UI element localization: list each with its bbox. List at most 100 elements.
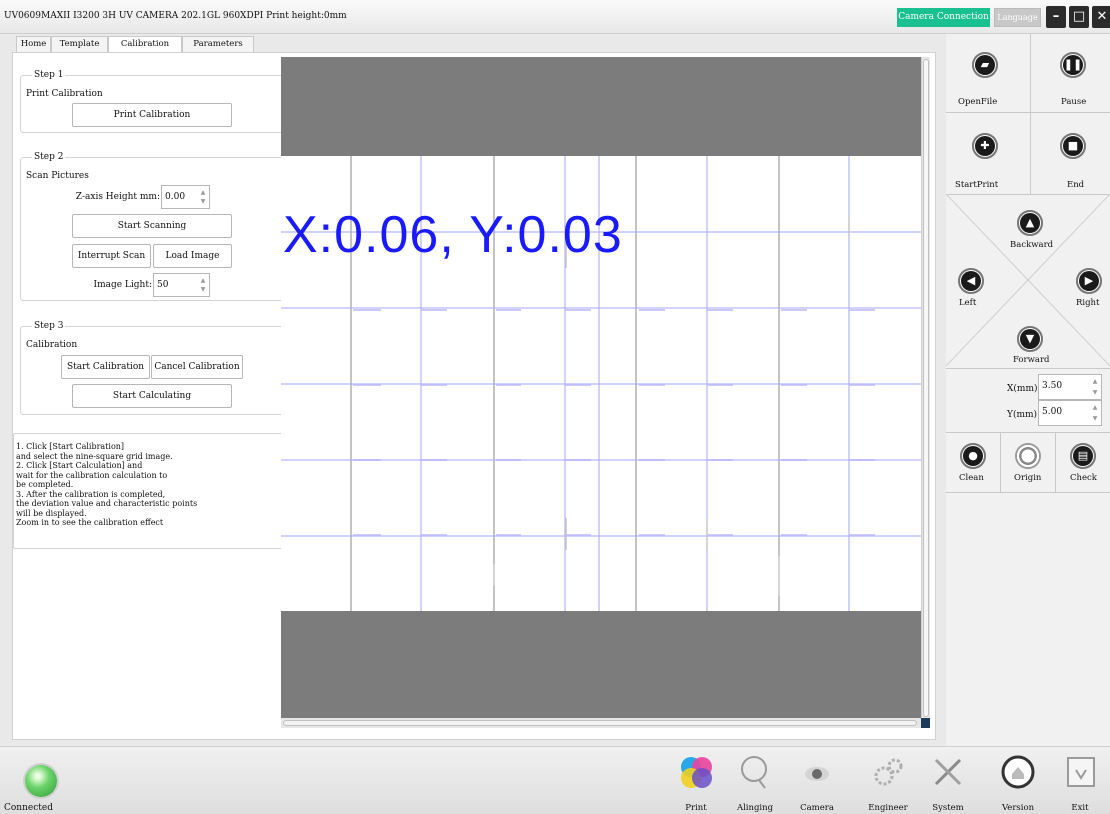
start-scanning-button[interactable]: Start Scanning (72, 214, 232, 238)
close-icon: ✕ (1096, 9, 1108, 24)
vertical-scrollbar[interactable] (921, 57, 930, 728)
start-calibration-button[interactable]: Start Calibration (61, 355, 150, 379)
end-button[interactable]: ■ End (1031, 113, 1110, 194)
close-button[interactable]: ✕ (1092, 6, 1110, 28)
left-label: Left (959, 298, 977, 308)
connection-status-label: Connected (4, 803, 53, 813)
calibration-panel: Step 1 Print Calibration Print Calibrati… (12, 52, 936, 740)
maximize-button[interactable]: □ (1069, 6, 1089, 28)
start-calculating-button[interactable]: Start Calculating (72, 384, 232, 408)
bottom-toolbar: Connected Print Alinging Camera Engineer (0, 746, 1110, 814)
z-height-label: Z-axis Height mm: (75, 192, 160, 202)
tab-template[interactable]: Template (51, 36, 108, 52)
interrupt-scan-button[interactable]: Interrupt Scan (72, 244, 151, 268)
step3-label: Calibration (26, 340, 78, 350)
step3-title: Step 3 (32, 321, 66, 331)
horizontal-scrollbar[interactable] (281, 718, 921, 728)
version-tool-button[interactable]: Version (988, 752, 1048, 814)
x-mm-input[interactable]: 3.50 ▲ ▼ (1038, 374, 1102, 400)
check-button[interactable]: ▤ Check (1056, 433, 1110, 492)
arrow-down-icon: ▼ (1017, 326, 1043, 352)
clean-label: Clean (959, 473, 984, 483)
step2-label: Scan Pictures (26, 171, 89, 181)
arrow-up-icon: ▲ (1017, 210, 1043, 236)
tab-parameters[interactable]: Parameters (182, 36, 254, 52)
y-mm-input[interactable]: 5.00 ▲ ▼ (1038, 400, 1102, 426)
help-line: 2. Click [Start Calculation] and (16, 461, 143, 470)
backward-label: Backward (1010, 240, 1054, 250)
color-palette-icon (681, 757, 712, 788)
step1-group: Step 1 Print Calibration Print Calibrati… (20, 70, 289, 133)
spin-up-icon[interactable]: ▲ (1091, 404, 1099, 411)
clean-button[interactable]: ● Clean (946, 433, 1000, 492)
spin-down-icon[interactable]: ▼ (199, 198, 207, 205)
y-mm-label: Y(mm) (1007, 410, 1038, 420)
arrow-left-icon: ◀ (958, 268, 984, 294)
check-icon: ▤ (1070, 443, 1096, 469)
spin-down-icon[interactable]: ▼ (199, 286, 207, 293)
engineer-tool-button[interactable]: Engineer (858, 752, 918, 814)
check-label: Check (1070, 473, 1097, 483)
startprint-button[interactable]: ✚ StartPrint (946, 113, 1030, 194)
left-button[interactable]: ◀ Left (952, 268, 996, 312)
step2-title: Step 2 (32, 152, 66, 162)
version-label: Version (1001, 803, 1035, 813)
z-height-input[interactable]: 0.00 ▲ ▼ (161, 185, 210, 209)
language-button[interactable]: Language (994, 8, 1041, 27)
spin-down-icon[interactable]: ▼ (1091, 415, 1099, 422)
help-line: wait for the calibration calculation to (16, 470, 168, 480)
spin-up-icon[interactable]: ▲ (199, 277, 207, 284)
image-light-label: Image Light: (93, 280, 152, 290)
step2-group: Step 2 Scan Pictures Z-axis Height mm: 0… (20, 152, 289, 301)
origin-button[interactable]: ○ Origin (1001, 433, 1055, 492)
tab-home[interactable]: Home (16, 36, 51, 52)
step1-title: Step 1 (32, 70, 66, 80)
forward-label: Forward (1013, 355, 1050, 365)
help-line: the deviation value and characteristic p… (16, 499, 198, 508)
eye-icon (805, 767, 829, 781)
drop-icon: ● (960, 443, 986, 469)
print-label: Print (685, 803, 707, 813)
minimize-button[interactable]: – (1046, 6, 1066, 28)
openfile-label: OpenFile (958, 97, 998, 107)
spin-up-icon[interactable]: ▲ (1091, 378, 1099, 385)
tab-calibration[interactable]: Calibration (108, 36, 182, 53)
calibration-grid-image: X:0.06, Y:0.03 (281, 156, 921, 611)
print-calibration-button[interactable]: Print Calibration (72, 103, 232, 127)
exit-tool-button[interactable]: Exit (1050, 752, 1110, 814)
help-line: Zoom in to see the calibration effect (16, 518, 164, 527)
deviation-result-text: X:0.06, Y:0.03 (283, 206, 623, 264)
vertical-scroll-thumb[interactable] (923, 59, 929, 717)
system-tool-button[interactable]: System (918, 752, 978, 814)
help-line: will be displayed. (16, 508, 87, 518)
spin-down-icon[interactable]: ▼ (1091, 389, 1099, 396)
forward-button[interactable]: ▼ Forward (1004, 326, 1054, 368)
window-title: UV0609MAXII I3200 3H UV CAMERA 202.1GL 9… (4, 11, 347, 21)
print-tool-button[interactable]: Print (666, 752, 726, 814)
aligning-label: Alinging (736, 803, 774, 813)
horizontal-scroll-thumb[interactable] (283, 720, 917, 726)
backward-button[interactable]: ▲ Backward (1004, 210, 1054, 258)
cancel-calibration-button[interactable]: Cancel Calibration (151, 355, 243, 379)
camera-tool-button[interactable]: Camera (787, 752, 847, 814)
load-image-button[interactable]: Load Image (153, 244, 232, 268)
right-button[interactable]: ▶ Right (1062, 268, 1110, 312)
print-icon: ✚ (972, 133, 998, 159)
magnifier-icon (741, 756, 767, 789)
openfile-button[interactable]: ▰ OpenFile (946, 34, 1030, 112)
help-instructions: 1. Click [Start Calibration] and select … (13, 433, 290, 549)
image-viewer[interactable]: X:0.06, Y:0.03 (281, 57, 930, 728)
end-label: End (1067, 180, 1085, 190)
gears-icon (874, 758, 903, 786)
spin-up-icon[interactable]: ▲ (199, 189, 207, 196)
image-light-input[interactable]: 50 ▲ ▼ (153, 273, 210, 297)
camera-label: Camera (800, 803, 834, 813)
maximize-icon: □ (1072, 9, 1086, 24)
camera-connection-button[interactable]: Camera Connection (897, 8, 990, 27)
divider (946, 492, 1110, 493)
pause-button[interactable]: ❚❚ Pause (1031, 34, 1110, 112)
stop-icon: ■ (1060, 133, 1086, 159)
pause-icon: ❚❚ (1060, 52, 1086, 78)
divider (946, 368, 1110, 369)
aligning-tool-button[interactable]: Alinging (725, 752, 785, 814)
